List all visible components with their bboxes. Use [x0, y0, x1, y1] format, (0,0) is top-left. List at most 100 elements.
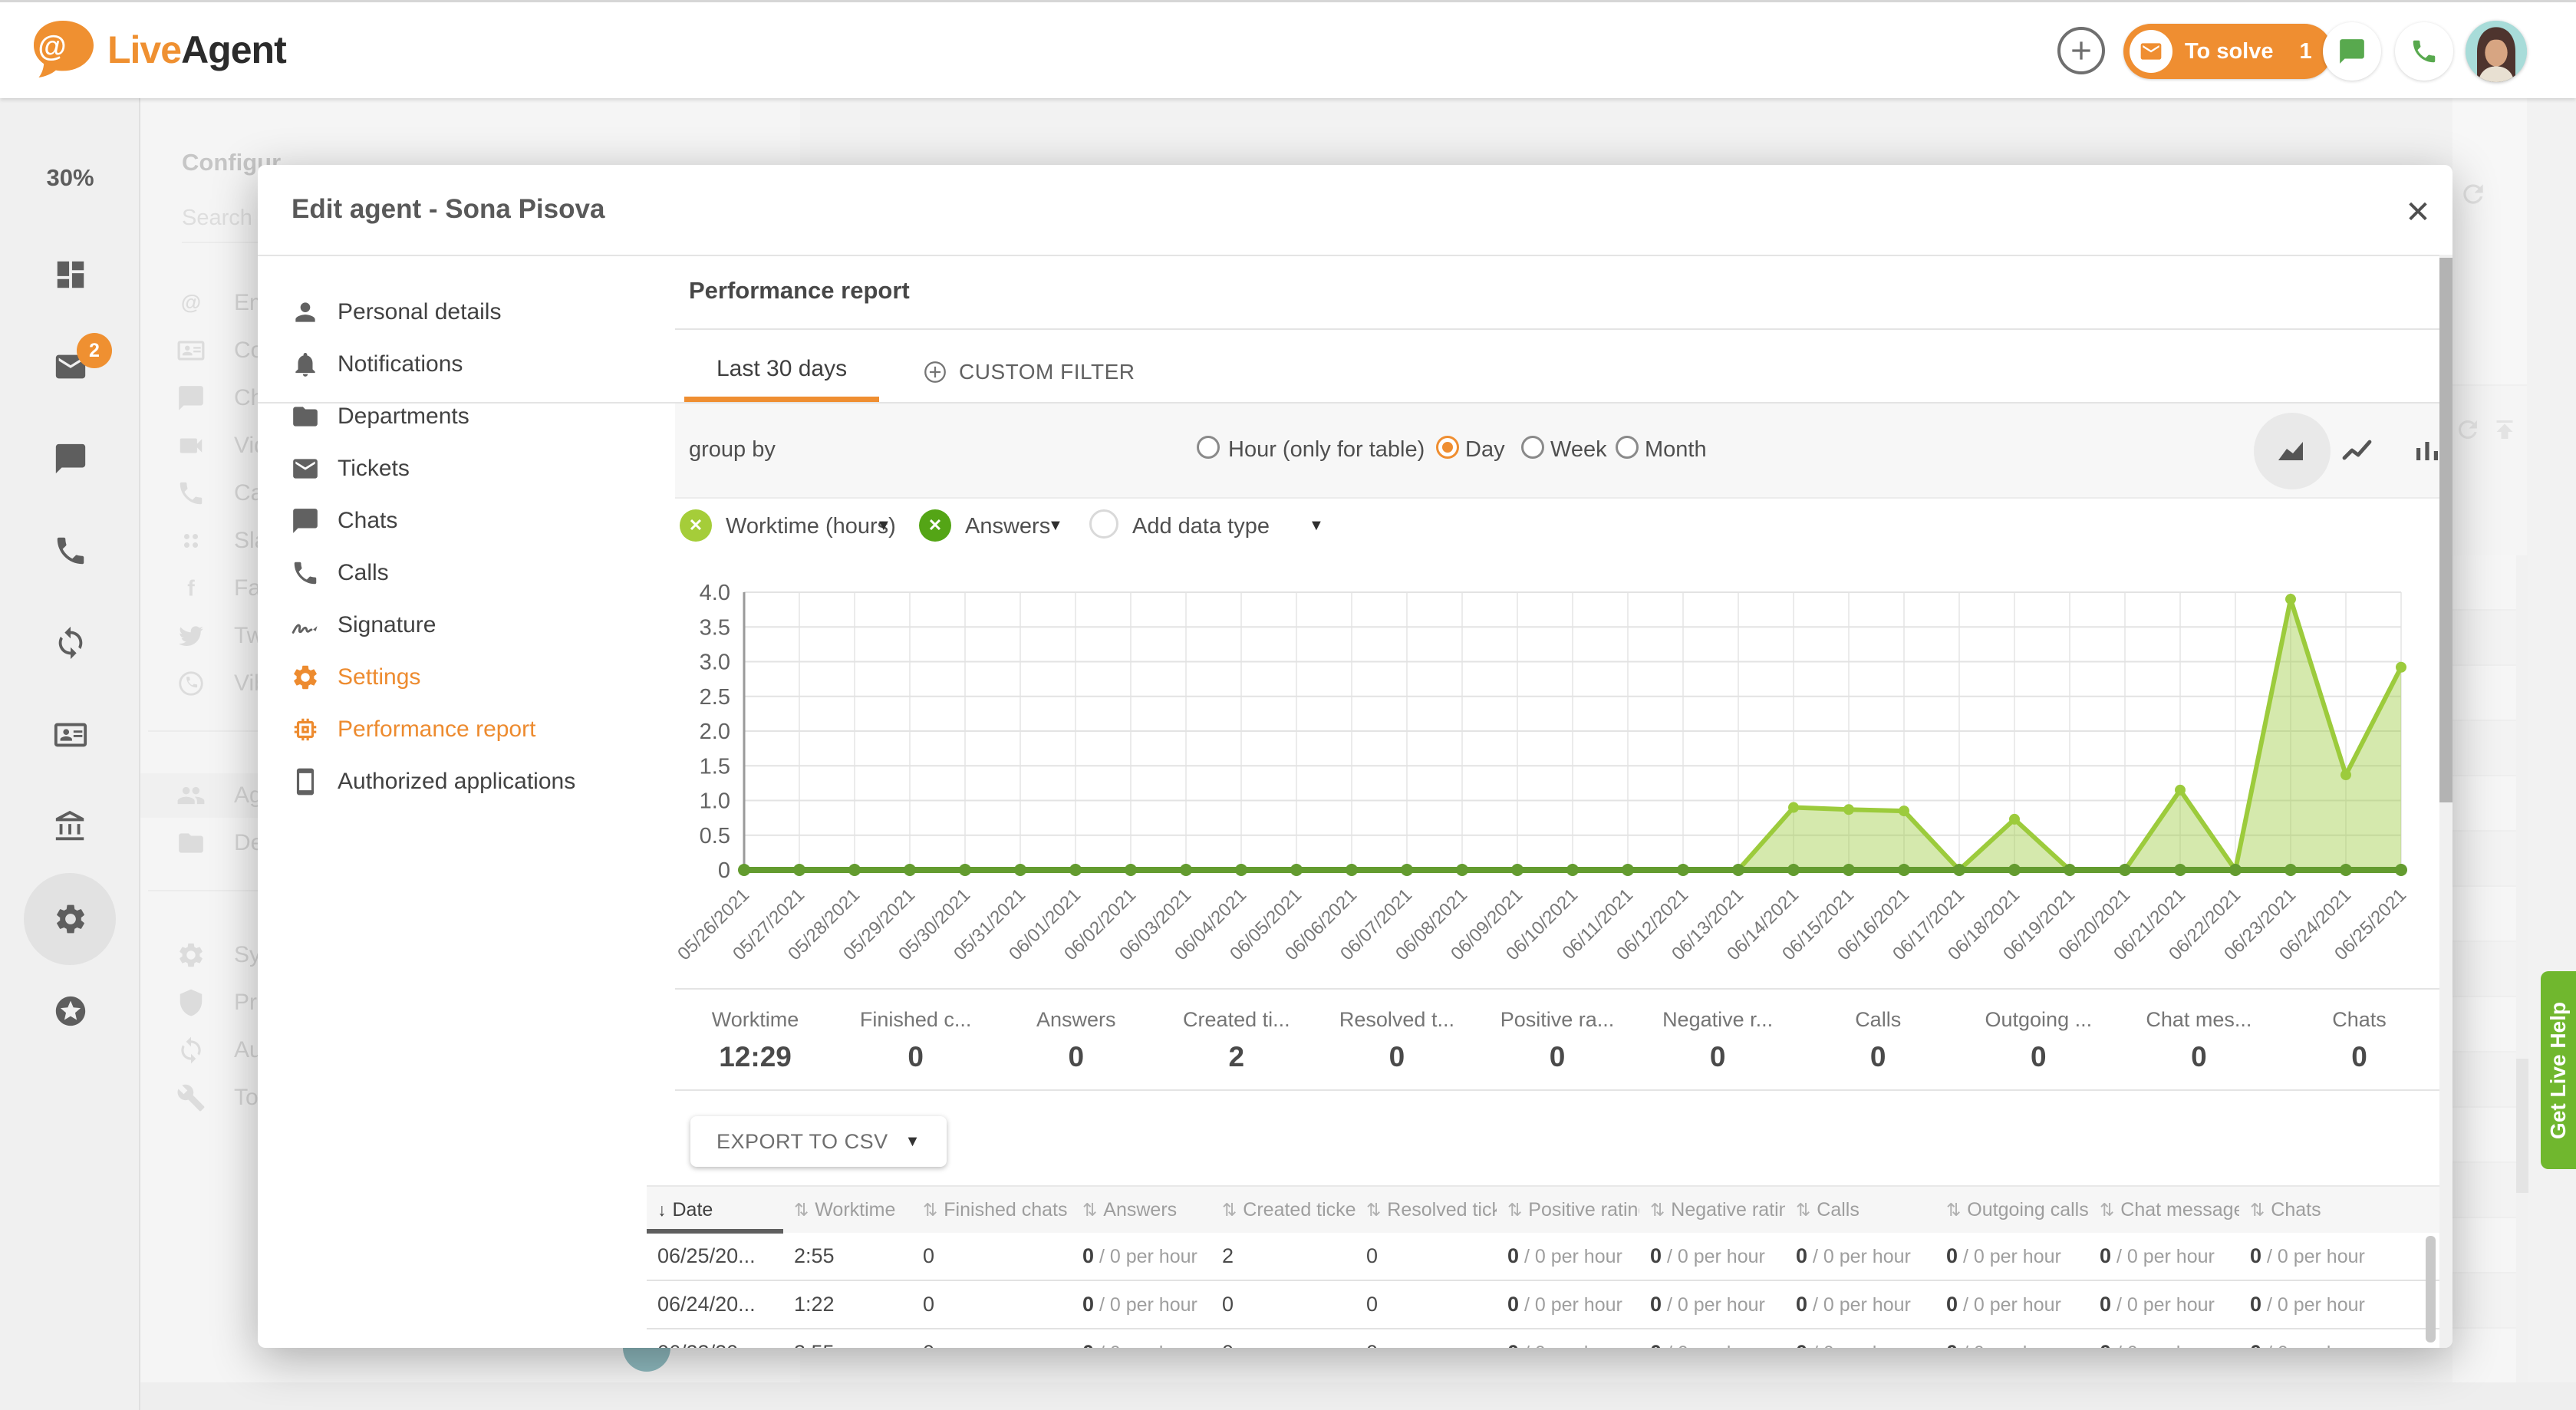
table-scrollbar-thumb[interactable]: [2426, 1236, 2436, 1342]
modal-menu-chats[interactable]: Chats: [258, 495, 657, 547]
sort-icon[interactable]: ⇅: [1222, 1200, 1237, 1221]
modal-menu-notifications[interactable]: Notifications: [258, 338, 657, 390]
modal-menu-personal-details[interactable]: Personal details: [258, 286, 657, 338]
sidebar-item-id-card[interactable]: [0, 689, 140, 781]
table-row[interactable]: 06/25/20...2:5500 / 0 per hour200 / 0 pe…: [647, 1233, 2439, 1281]
sort-icon[interactable]: ⇅: [1796, 1200, 1810, 1221]
smartphone-icon: [291, 767, 320, 796]
column-header-created-tickets[interactable]: ⇅Created tickets: [1211, 1186, 1356, 1234]
close-icon[interactable]: ✕: [2400, 194, 2436, 231]
group-by-bar: group by Hour (only for table)DayWeekMon…: [675, 404, 2439, 499]
column-header-negative-rating[interactable]: ⇅Negative rating: [1639, 1186, 1785, 1234]
sidebar-item-phone[interactable]: [0, 505, 140, 597]
user-avatar[interactable]: [2466, 21, 2527, 82]
chart-type-line-chart-button[interactable]: [2320, 413, 2396, 489]
stat-negative-r: Negative r...0: [1638, 990, 1798, 1089]
tab-custom-filter[interactable]: CUSTOM FILTER: [899, 341, 1158, 403]
sort-icon[interactable]: ⇅: [1650, 1200, 1665, 1221]
modal-scrollbar[interactable]: [2439, 255, 2452, 1348]
column-header-calls[interactable]: ⇅Calls: [1785, 1186, 1935, 1234]
get-live-help-tab[interactable]: Get Live Help: [2541, 971, 2576, 1169]
column-header-outgoing-calls[interactable]: ⇅Outgoing calls: [1935, 1186, 2089, 1234]
cell-finished-chats: 0: [912, 1281, 1072, 1328]
folder-icon: [291, 402, 320, 431]
phone-icon: [53, 533, 88, 568]
chip-answers[interactable]: Answers: [965, 514, 1050, 539]
radio-hour-only-for-table[interactable]: [1197, 436, 1220, 459]
modal-menu-settings[interactable]: Settings: [258, 651, 657, 703]
radio-label-day[interactable]: Day: [1465, 437, 1505, 463]
column-header-answers[interactable]: ⇅Answers: [1072, 1186, 1211, 1234]
to-solve-button[interactable]: To solve 1: [2123, 24, 2332, 79]
stat-chat-mes: Chat mes...0: [2119, 990, 2279, 1089]
sort-icon[interactable]: ⇅: [1082, 1200, 1097, 1221]
chart-type-area-chart-button[interactable]: [2254, 413, 2331, 489]
chevron-down-icon[interactable]: ▼: [1048, 517, 1063, 535]
brand-text: LiveAgent: [107, 28, 286, 72]
to-solve-label: To solve: [2185, 39, 2274, 64]
add-data-type-icon[interactable]: [1089, 509, 1118, 539]
chip-worktime-hours[interactable]: Worktime (hours): [726, 514, 896, 539]
sort-icon[interactable]: ⇅: [1946, 1200, 1961, 1221]
modal-menu-signature[interactable]: Signature: [258, 599, 657, 651]
column-header-resolved-tickets[interactable]: ⇅Resolved tickets: [1356, 1186, 1497, 1234]
radio-label-month[interactable]: Month: [1645, 437, 1707, 463]
sort-icon[interactable]: ⇅: [1507, 1200, 1522, 1221]
modal-menu-performance-report[interactable]: Performance report: [258, 703, 657, 756]
column-header-chats[interactable]: ⇅Chats: [2239, 1186, 2439, 1234]
tab-last-30-days[interactable]: Last 30 days: [684, 341, 879, 403]
column-header-worktime[interactable]: ⇅Worktime: [783, 1186, 912, 1234]
cell-created-tickets: 0: [1211, 1281, 1356, 1328]
sort-icon[interactable]: ⇅: [794, 1200, 809, 1221]
modal-scrollbar-thumb[interactable]: [2439, 258, 2452, 802]
stat-worktime: Worktime12:29: [675, 990, 835, 1089]
add-data-type-chip[interactable]: Add data type: [1132, 514, 1270, 539]
cell-calls: 0 / 0 per hour: [1785, 1329, 1935, 1348]
modal-menu-label: Performance report: [338, 717, 535, 743]
sort-icon[interactable]: ⇅: [2100, 1200, 2114, 1221]
sidebar-item-sync[interactable]: [0, 597, 140, 689]
calls-button[interactable]: [2395, 22, 2453, 81]
id-card-icon: [53, 717, 88, 753]
sidebar-item-star-circle[interactable]: [0, 965, 140, 1057]
liveagent-logo[interactable]: @ LiveAgent: [31, 19, 286, 81]
sort-icon[interactable]: ⇅: [1366, 1200, 1381, 1221]
chats-button[interactable]: [2323, 22, 2381, 81]
sidebar-item-bank[interactable]: [0, 781, 140, 873]
sidebar-item-gear[interactable]: [0, 873, 140, 965]
add-new-button[interactable]: [2057, 27, 2105, 74]
sort-icon[interactable]: ⇅: [2250, 1200, 2265, 1221]
radio-week[interactable]: [1521, 436, 1544, 459]
modal-menu-tickets[interactable]: Tickets: [258, 443, 657, 495]
app-sidebar: 30% 2: [0, 98, 140, 1410]
unread-badge: 2: [77, 333, 112, 368]
radio-month[interactable]: [1616, 436, 1639, 459]
chevron-down-icon[interactable]: ▼: [1309, 517, 1324, 535]
gear-icon: [288, 663, 322, 692]
sidebar-item-dashboard[interactable]: [0, 229, 140, 321]
sidebar-item-mail[interactable]: 2: [0, 321, 140, 413]
modal-menu-authorized-applications[interactable]: Authorized applications: [258, 756, 657, 808]
export-to-csv-label: EXPORT TO CSV: [716, 1130, 888, 1154]
sort-icon[interactable]: ↓: [657, 1200, 667, 1221]
radio-label-week[interactable]: Week: [1550, 437, 1607, 463]
table-row[interactable]: 06/23/20...3:5500 / 0 per hour000 / 0 pe…: [647, 1329, 2439, 1348]
remove-chip-icon[interactable]: ✕: [919, 509, 951, 542]
column-header-chat-messages[interactable]: ⇅Chat messages: [2089, 1186, 2239, 1234]
radio-day[interactable]: [1436, 436, 1459, 459]
export-to-csv-button[interactable]: EXPORT TO CSV ▼: [690, 1116, 947, 1167]
sort-icon[interactable]: ⇅: [923, 1200, 937, 1221]
column-header-positive-rating[interactable]: ⇅ Positive rating: [1497, 1186, 1639, 1234]
chevron-down-icon[interactable]: ▼: [876, 517, 891, 535]
modal-menu-calls[interactable]: Calls: [258, 547, 657, 599]
modal-menu-departments[interactable]: Departments: [258, 390, 657, 443]
table-row[interactable]: 06/24/20...1:2200 / 0 per hour000 / 0 pe…: [647, 1281, 2439, 1329]
stat-finished-c: Finished c...0: [835, 990, 996, 1089]
radio-label-hour-only-for-table[interactable]: Hour (only for table): [1228, 437, 1425, 463]
remove-chip-icon[interactable]: ✕: [680, 509, 712, 542]
sidebar-item-chat[interactable]: [0, 413, 140, 505]
cell-negative-rating: 0 / 0 per hour: [1639, 1233, 1785, 1280]
column-label: Positive rating: [1528, 1199, 1639, 1221]
column-header-date[interactable]: ↓Date: [647, 1186, 783, 1234]
column-header-finished-chats[interactable]: ⇅Finished chats: [912, 1186, 1072, 1234]
